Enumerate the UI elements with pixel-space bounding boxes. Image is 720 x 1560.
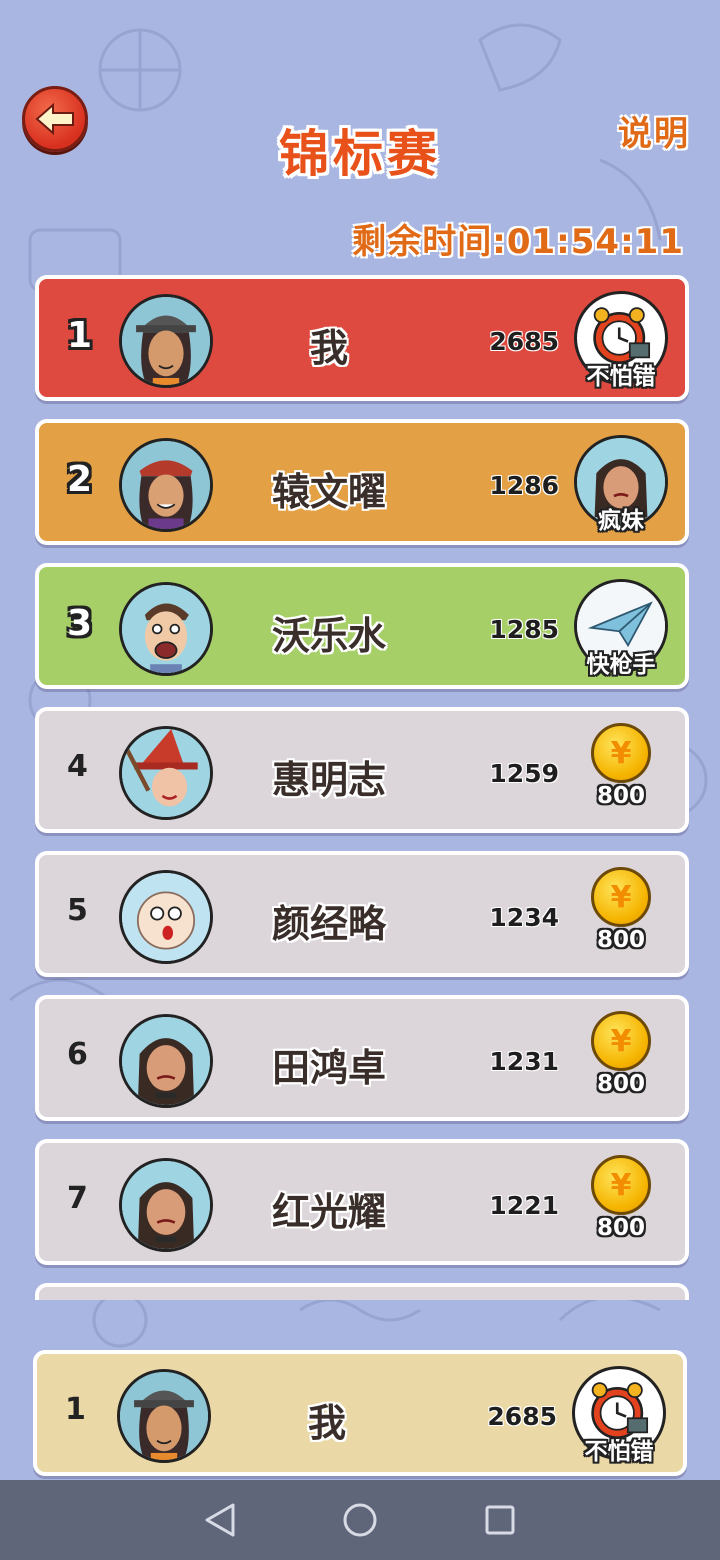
square-recents-icon: [485, 1505, 515, 1535]
nav-recents-button[interactable]: [480, 1500, 520, 1540]
system-nav-bar: [0, 1480, 720, 1560]
girl-face-icon: [122, 1161, 210, 1249]
rank-number: 3: [67, 603, 93, 644]
avatar: [119, 1014, 213, 1108]
nav-home-button[interactable]: [340, 1500, 380, 1540]
table-row[interactable]: [35, 1283, 689, 1300]
rank-number: 1: [67, 315, 93, 356]
reward-badge: 疯妹: [571, 433, 671, 537]
avatar: [117, 1369, 211, 1463]
player-name: 颜经略: [271, 902, 386, 946]
reward-label: 不怕错: [586, 364, 656, 390]
rank-number: 5: [67, 893, 88, 928]
player-name: 田鸿卓: [271, 1046, 386, 1090]
player-name: 辕文曜: [271, 470, 386, 514]
player-name: 惠明志: [271, 758, 386, 802]
reward-coin: ¥ 800: [571, 1153, 671, 1257]
reward-label: 疯妹: [598, 508, 644, 534]
avatar: [119, 726, 213, 820]
leaderboard-list[interactable]: 1 我 2685 不怕错 2 辕文曜 1286 疯妹 3 沃乐水 1285 快枪…: [0, 0, 720, 1300]
table-row[interactable]: 7 红光耀 1221 ¥ 800: [35, 1139, 689, 1265]
reward-coin: ¥ 800: [571, 865, 671, 969]
girl-face-icon: [122, 1017, 210, 1105]
gold-coin-icon: ¥: [591, 867, 651, 927]
avatar: [119, 294, 213, 388]
table-row[interactable]: 5 颜经略 1234 ¥ 800: [35, 851, 689, 977]
reward-badge: 快枪手: [571, 577, 671, 681]
rank-number: 7: [67, 1181, 88, 1216]
table-row[interactable]: 4 惠明志 1259 ¥ 800: [35, 707, 689, 833]
player-score: 1234: [489, 903, 559, 932]
nav-back-button[interactable]: [200, 1500, 240, 1540]
angry-man-icon: [122, 585, 210, 673]
player-name: 红光耀: [271, 1190, 386, 1234]
table-row[interactable]: 3 沃乐水 1285 快枪手: [35, 563, 689, 689]
rank-number: 4: [67, 749, 88, 784]
pot-head-man-icon: [120, 1372, 208, 1460]
reward-badge: 不怕错: [569, 1364, 669, 1468]
player-score: 1221: [489, 1191, 559, 1220]
pirate-man-icon: [122, 441, 210, 529]
reward-amount: 800: [596, 927, 645, 953]
gold-coin-icon: ¥: [591, 723, 651, 783]
player-score: 1286: [489, 471, 559, 500]
table-row[interactable]: 6 田鸿卓 1231 ¥ 800: [35, 995, 689, 1121]
reward-badge: 不怕错: [571, 289, 671, 393]
rank-number: 1: [65, 1392, 86, 1427]
player-score: 2685: [487, 1402, 557, 1431]
reward-amount: 800: [596, 783, 645, 809]
reward-coin: ¥ 800: [571, 1009, 671, 1113]
pot-head-man-icon: [122, 297, 210, 385]
witch-icon: [122, 729, 210, 817]
reward-coin: ¥ 800: [571, 721, 671, 825]
player-name: 我: [307, 1401, 346, 1445]
reward-label: 快枪手: [586, 652, 656, 678]
avatar: [119, 438, 213, 532]
gold-coin-icon: ¥: [591, 1155, 651, 1215]
rank-number: 6: [67, 1037, 88, 1072]
table-row[interactable]: 1 我 2685 不怕错: [35, 275, 689, 401]
player-score: 1285: [489, 615, 559, 644]
circle-home-icon: [343, 1503, 377, 1537]
player-score: 1259: [489, 759, 559, 788]
reward-label: 不怕错: [584, 1439, 654, 1465]
sheep-icon: [122, 873, 210, 961]
reward-amount: 800: [596, 1071, 645, 1097]
rank-number: 2: [67, 459, 93, 500]
gold-coin-icon: ¥: [591, 1011, 651, 1071]
avatar: [119, 870, 213, 964]
my-ranking-row[interactable]: 1 我 2685 不怕错: [33, 1350, 687, 1476]
player-name: 我: [309, 326, 348, 370]
table-row[interactable]: 2 辕文曜 1286 疯妹: [35, 419, 689, 545]
player-score: 2685: [489, 327, 559, 356]
avatar: [119, 1158, 213, 1252]
reward-amount: 800: [596, 1215, 645, 1241]
avatar: [119, 582, 213, 676]
player-name: 沃乐水: [271, 614, 386, 658]
player-score: 1231: [489, 1047, 559, 1076]
triangle-back-icon: [205, 1503, 235, 1537]
